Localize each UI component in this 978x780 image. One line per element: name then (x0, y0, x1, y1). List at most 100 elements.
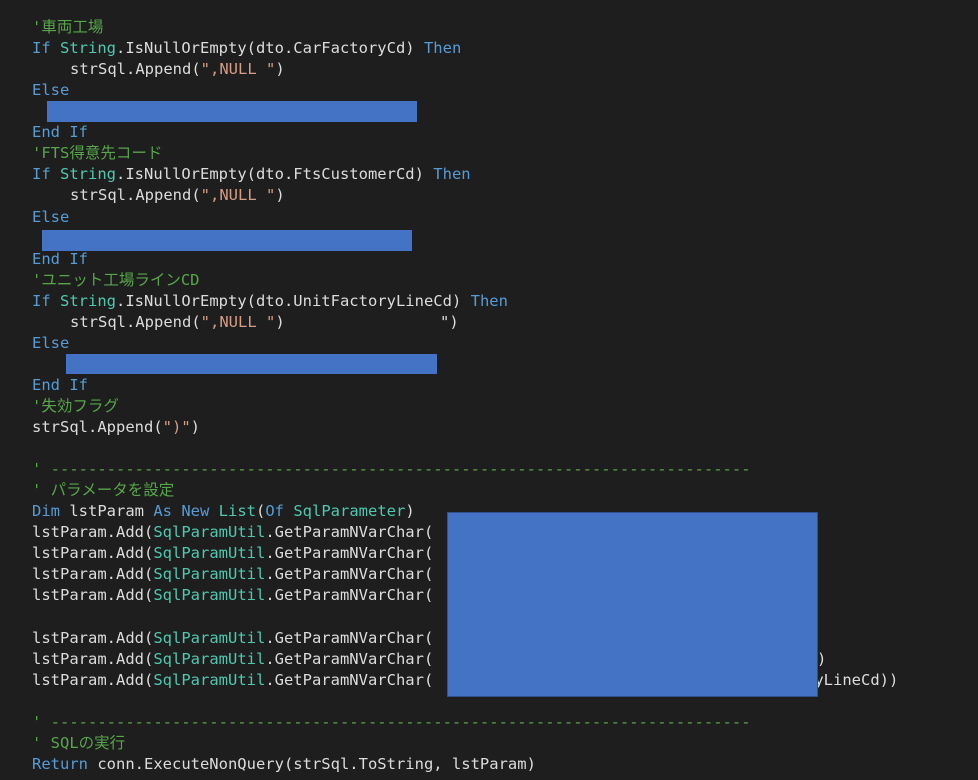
code-token: lstParam.Add( (32, 523, 154, 542)
code-line: '車両工場 (32, 17, 103, 38)
code-token: Else (32, 81, 70, 100)
code-line: Else (32, 80, 69, 101)
code-line: lstParam.Add(SqlParamUtil.GetParamNVarCh… (32, 543, 433, 564)
code-line: strSql.Append(",NULL ") (70, 185, 285, 206)
code-token: strSql.Append( (70, 312, 201, 331)
code-token: ( (255, 502, 266, 521)
code-token: Else (32, 333, 70, 352)
redaction-block (47, 101, 417, 122)
code-token: 'FTS得意先コード (32, 144, 163, 163)
code-line: Dim lstParam As New List(Of SqlParameter… (32, 501, 415, 522)
code-fragment: ryLineCd)) (805, 670, 899, 689)
code-token: SqlParamUtil (153, 544, 266, 563)
code-line: Return conn.ExecuteNonQuery(strSql.ToStr… (32, 754, 536, 775)
code-token: .GetParamNVarChar( (265, 670, 434, 689)
code-editor[interactable]: '車両工場 If String.IsNullOrEmpty(dto.CarFact… (0, 0, 978, 780)
code-line: 'ユニット工場ラインCD (32, 270, 200, 291)
redaction-block (66, 354, 437, 374)
code-token: ' パラメータを設定 (32, 481, 175, 500)
code-token: .GetParamNVarChar( (265, 523, 434, 542)
code-token: ) (405, 502, 415, 521)
code-token: Return (32, 754, 98, 773)
code-token: Else (32, 207, 70, 226)
code-token: If (32, 39, 60, 57)
code-token: strSql.Append( (32, 417, 163, 436)
code-token: End If (32, 375, 88, 394)
code-line: ' パラメータを設定 (32, 480, 174, 501)
code-token: ",NULL " (200, 60, 276, 79)
code-token: Then (433, 165, 471, 184)
code-token: .GetParamNVarChar( (265, 565, 434, 584)
code-line: Else (32, 207, 69, 228)
code-line: Else (32, 333, 69, 354)
code-token: ' SQLの実行 (32, 733, 126, 752)
code-token: SqlParameter (293, 502, 406, 521)
code-token: ) (275, 60, 285, 79)
code-token: Of (265, 502, 294, 521)
code-line: lstParam.Add(SqlParamUtil.GetParamNVarCh… (32, 670, 433, 691)
code-token: strSql.Append( (70, 186, 201, 205)
code-line: lstParam.Add(SqlParamUtil.GetParamNVarCh… (32, 585, 433, 606)
code-line: ' --------------------------------------… (32, 712, 751, 733)
code-token: .IsNullOrEmpty(dto.UnitFactoryLineCd) (116, 291, 471, 310)
code-line: lstParam.Add(SqlParamUtil.GetParamNVarCh… (32, 564, 433, 585)
code-token: If (32, 291, 60, 310)
code-token: SqlParamUtil (153, 670, 266, 689)
code-token: .GetParamNVarChar( (265, 649, 434, 668)
code-token: '車両工場 (32, 18, 104, 36)
code-token: conn.ExecuteNonQuery(strSql.ToString, ls… (97, 754, 536, 773)
code-fragment: ) (817, 649, 827, 668)
code-token: ")" (162, 417, 191, 436)
code-token: ",NULL " (200, 186, 276, 205)
code-line: End If (32, 375, 88, 396)
code-line: 'FTS得意先コード (32, 143, 162, 164)
code-token: lstParam (69, 502, 154, 521)
code-token: SqlParamUtil (153, 628, 266, 647)
code-token: End If (32, 249, 88, 268)
redaction-block (447, 512, 818, 697)
code-fragment: ") (440, 312, 459, 331)
code-token: .GetParamNVarChar( (265, 628, 434, 647)
code-token: lstParam.Add( (32, 586, 154, 605)
code-token: String (60, 291, 116, 310)
code-line: ' --------------------------------------… (32, 459, 751, 480)
code-token: Dim (32, 502, 70, 521)
code-line: lstParam.Add(SqlParamUtil.GetParamNVarCh… (32, 522, 433, 543)
code-token: .IsNullOrEmpty(dto.FtsCustomerCd) (116, 165, 434, 184)
code-token: ",NULL " (200, 312, 276, 331)
code-token: Then (470, 291, 508, 310)
code-token: ) (275, 186, 285, 205)
code-token: SqlParamUtil (153, 586, 266, 605)
code-token: lstParam.Add( (32, 649, 154, 668)
code-token: lstParam.Add( (32, 565, 154, 584)
code-token: Then (423, 39, 462, 57)
code-line: lstParam.Add(SqlParamUtil.GetParamNVarCh… (32, 628, 433, 649)
code-token: ' --------------------------------------… (32, 460, 751, 479)
code-token: .IsNullOrEmpty(dto.CarFactoryCd) (116, 39, 424, 57)
code-token: 'ユニット工場ラインCD (32, 270, 200, 289)
code-token: As New (153, 502, 219, 521)
code-token: SqlParamUtil (153, 649, 266, 668)
code-line: If String.IsNullOrEmpty(dto.CarFactoryCd… (32, 38, 461, 59)
code-line: If String.IsNullOrEmpty(dto.UnitFactoryL… (32, 291, 508, 312)
code-token: If (32, 165, 60, 184)
code-line: ' SQLの実行 (32, 733, 125, 754)
code-token: ' --------------------------------------… (32, 712, 751, 731)
code-token: ) (275, 312, 285, 331)
code-token: String (60, 39, 116, 57)
code-line: strSql.Append(")") (32, 417, 200, 438)
code-token: End If (32, 123, 88, 142)
code-line: End If (32, 122, 88, 143)
code-line: strSql.Append(",NULL ") (70, 59, 285, 80)
code-line: End If (32, 249, 88, 270)
code-token: List (218, 502, 256, 521)
code-token: .GetParamNVarChar( (265, 544, 434, 563)
code-line: strSql.Append(",NULL ") (70, 312, 285, 333)
code-token: strSql.Append( (70, 60, 201, 79)
code-token: SqlParamUtil (153, 565, 266, 584)
code-line: '失効フラグ (32, 396, 119, 417)
code-line: If String.IsNullOrEmpty(dto.FtsCustomerC… (32, 164, 471, 185)
redaction-block (42, 230, 412, 251)
code-token: lstParam.Add( (32, 628, 154, 647)
code-token: String (60, 165, 116, 184)
